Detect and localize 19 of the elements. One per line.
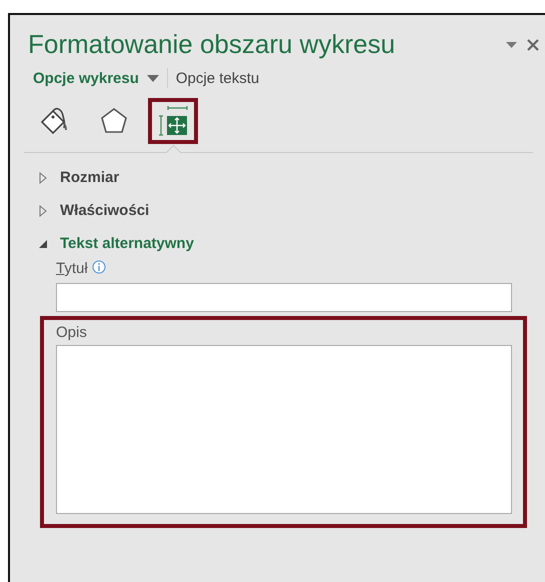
section-header[interactable]: Właściwości <box>38 194 150 227</box>
option-tab[interactable]: Opcje wykresu <box>33 70 159 86</box>
description-input-field[interactable] <box>56 345 512 514</box>
title-input-field[interactable] <box>56 283 512 312</box>
field-label: Opis <box>56 324 87 341</box>
field-label: Tytuł <box>56 260 88 277</box>
close-icon[interactable] <box>527 39 539 51</box>
caret-icon <box>146 74 159 82</box>
pentagon-icon <box>99 106 129 136</box>
collapsed-triangle-icon <box>38 172 48 184</box>
option-tab[interactable]: Opcje tekstu <box>176 70 260 86</box>
section-header[interactable]: Tekst alternatywny <box>38 227 194 260</box>
section-header[interactable]: Rozmiar <box>38 161 120 194</box>
collapsed-triangle-icon <box>38 204 48 216</box>
size-icon <box>157 105 189 137</box>
pane-title: Formatowanie obszaru wykresu <box>28 29 396 60</box>
expanded-triangle-icon <box>38 238 48 248</box>
dropdown-icon[interactable] <box>506 42 517 48</box>
info-icon[interactable] <box>92 260 106 274</box>
